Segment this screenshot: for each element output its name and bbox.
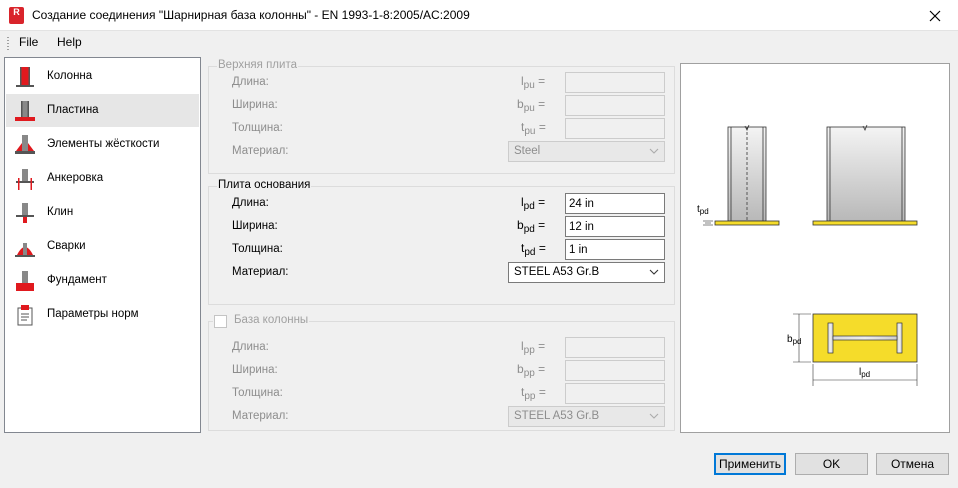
top-plate-thickness-label: Толщина:: [232, 122, 283, 134]
apply-button[interactable]: Применить: [714, 453, 786, 475]
base-plate-thickness-label: Толщина:: [232, 243, 283, 255]
nav-label: Клин: [47, 206, 74, 218]
column-base-material-select[interactable]: STEEL A53 Gr.B: [508, 406, 665, 427]
selected-value: STEEL A53 Gr.B: [514, 410, 600, 422]
top-plate-thickness-field[interactable]: [565, 118, 665, 139]
chevron-down-icon: [649, 413, 659, 419]
top-plate-width-label: Ширина:: [232, 99, 278, 111]
nav-list: Колонна Пластина Элементы жёсткости Анке…: [4, 57, 201, 433]
welds-icon: [15, 243, 35, 257]
column-base-width-label: Ширина:: [232, 364, 278, 376]
column-base-width-field[interactable]: [565, 360, 665, 381]
app-icon: R: [9, 7, 24, 24]
base-plate-length-label: Длина:: [232, 197, 269, 209]
nav-item-foundation[interactable]: Фундамент: [6, 264, 199, 297]
base-plate-width-symbol: bpd =: [517, 218, 546, 235]
column-base-thickness-symbol: tpp =: [521, 385, 546, 402]
menu-bar: File Help: [0, 31, 958, 55]
group-title: Верхняя плита: [217, 59, 298, 71]
top-plate-length-label: Длина:: [232, 76, 269, 88]
group-title: База колонны: [213, 314, 310, 326]
menu-grip: [7, 37, 9, 50]
nav-label: Пластина: [47, 104, 99, 116]
chevron-down-icon: [649, 148, 659, 154]
base-plate-thickness-field[interactable]: [565, 239, 665, 260]
column-base-checkbox[interactable]: [214, 315, 227, 328]
selected-value: Steel: [514, 145, 541, 157]
column-base-width-symbol: bpp =: [517, 362, 546, 379]
plate-icon: [15, 101, 35, 121]
preview-panel: tpd bpd lpd: [680, 63, 950, 433]
top-plate-material-label: Материал:: [232, 145, 289, 157]
top-plate-length-field[interactable]: [565, 72, 665, 93]
selected-value: STEEL A53 Gr.B: [514, 266, 600, 278]
ok-button[interactable]: OK: [795, 453, 868, 475]
nav-label: Анкеровка: [47, 172, 104, 184]
stiffeners-icon: [15, 135, 35, 154]
base-plate-width-field[interactable]: [565, 216, 665, 237]
wedge-icon: [16, 203, 34, 223]
nav-item-stiffeners[interactable]: Элементы жёсткости: [6, 128, 199, 161]
side-elevation: tpd: [697, 124, 780, 226]
group-title: Плита основания: [217, 179, 312, 191]
nav-item-code-parameters[interactable]: Параметры норм: [6, 298, 199, 331]
top-plate-width-field[interactable]: [565, 95, 665, 116]
close-icon: [929, 10, 941, 22]
top-plate-length-symbol: lpu =: [521, 74, 546, 91]
close-button[interactable]: [912, 0, 958, 31]
code-parameters-icon: [17, 305, 33, 326]
nav-label: Сварки: [47, 240, 86, 252]
base-plate-length-field[interactable]: [565, 193, 665, 214]
base-plate-length-symbol: lpd =: [521, 195, 546, 212]
lpd-label: lpd: [859, 367, 870, 379]
top-plate-material-select[interactable]: Steel: [508, 141, 665, 162]
chevron-down-icon: [649, 269, 659, 275]
front-elevation: [812, 124, 918, 226]
base-plate-thickness-symbol: tpd =: [521, 241, 546, 258]
nav-label: Колонна: [47, 70, 93, 82]
nav-item-anchorage[interactable]: Анкеровка: [6, 162, 199, 195]
anchorage-icon: [16, 169, 34, 190]
column-base-material-label: Материал:: [232, 410, 289, 422]
nav-label: Элементы жёсткости: [47, 138, 160, 150]
base-plate-material-select[interactable]: STEEL A53 Gr.B: [508, 262, 665, 283]
menu-help[interactable]: Help: [57, 35, 82, 49]
tpd-label: tpd: [697, 204, 709, 216]
window-title: Создание соединения "Шарнирная база коло…: [32, 8, 470, 22]
title-bar: R Создание соединения "Шарнирная база ко…: [0, 0, 958, 31]
nav-item-column[interactable]: Колонна: [6, 60, 199, 93]
top-plate-thickness-symbol: tpu =: [521, 120, 546, 137]
top-plate-width-symbol: bpu =: [517, 97, 546, 114]
base-plate-material-label: Материал:: [232, 266, 289, 278]
menu-file[interactable]: File: [19, 35, 38, 49]
column-base-length-symbol: lpp =: [521, 339, 546, 356]
base-plate-width-label: Ширина:: [232, 220, 278, 232]
nav-item-welds[interactable]: Сварки: [6, 230, 199, 263]
column-base-thickness-field[interactable]: [565, 383, 665, 404]
cancel-button[interactable]: Отмена: [876, 453, 949, 475]
plan-view: bpd lpd: [787, 313, 918, 386]
column-base-length-label: Длина:: [232, 341, 269, 353]
nav-label: Параметры норм: [47, 308, 139, 320]
column-icon: [16, 67, 34, 87]
base-plate-diagram: tpd bpd lpd: [697, 124, 918, 386]
nav-label: Фундамент: [47, 274, 107, 286]
foundation-icon: [16, 271, 34, 291]
nav-item-plate[interactable]: Пластина: [6, 94, 199, 127]
column-base-thickness-label: Толщина:: [232, 387, 283, 399]
column-base-length-field[interactable]: [565, 337, 665, 358]
nav-item-wedge[interactable]: Клин: [6, 196, 199, 229]
